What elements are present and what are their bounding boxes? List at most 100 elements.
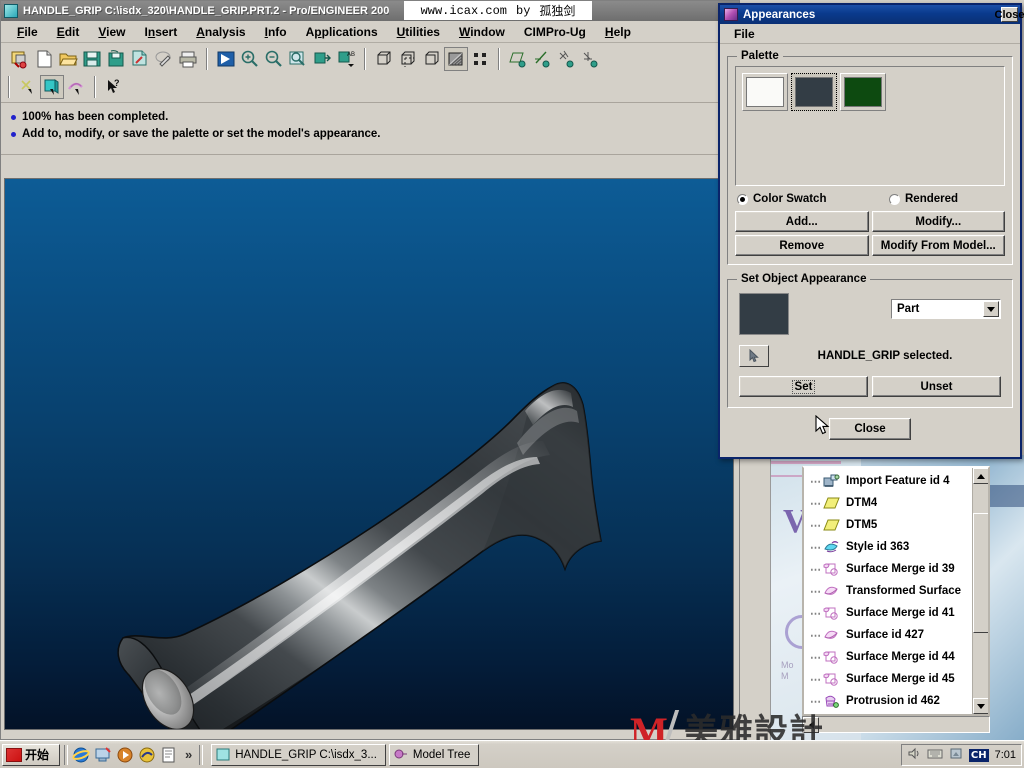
shading-icon[interactable]: [444, 47, 468, 71]
menu-file[interactable]: File: [9, 23, 46, 41]
list-item[interactable]: ⋯ Surface Merge id 41: [804, 602, 972, 624]
list-item[interactable]: ⋯ DTM5: [804, 514, 972, 536]
color-appearance-icon[interactable]: [40, 75, 64, 99]
list-item[interactable]: ⋯ DTM4: [804, 492, 972, 514]
chevron-down-icon[interactable]: [983, 301, 999, 317]
datum-plane-icon[interactable]: [506, 47, 530, 71]
list-item[interactable]: ⋯ Transformed Surface: [804, 580, 972, 602]
list-item[interactable]: ⋯ Surface id 427: [804, 624, 972, 646]
unset-button[interactable]: Unset: [872, 376, 1001, 397]
print-icon[interactable]: [176, 47, 200, 71]
swatch-dark-slate[interactable]: [791, 73, 837, 111]
notepad-icon[interactable]: [160, 746, 178, 764]
start-button[interactable]: 开始: [2, 743, 60, 766]
saved-view-list-icon[interactable]: AB: [334, 47, 358, 71]
main-window-title: HANDLE_GRIP C:\isdx_320\HANDLE_GRIP.PRT.…: [23, 5, 390, 17]
refit-icon[interactable]: [286, 47, 310, 71]
style-surface-icon[interactable]: [64, 75, 88, 99]
appearances-menu-file[interactable]: File: [728, 26, 761, 42]
clock[interactable]: 7:01: [995, 749, 1016, 761]
handle-grip-model[interactable]: [5, 179, 733, 729]
media-player-icon[interactable]: [116, 746, 134, 764]
wireframe-icon[interactable]: [372, 47, 396, 71]
new-file-icon[interactable]: [32, 47, 56, 71]
show-desktop-icon[interactable]: [94, 746, 112, 764]
menu-info[interactable]: Info: [257, 23, 295, 41]
context-help-icon[interactable]: ?: [102, 75, 126, 99]
scroll-left-icon[interactable]: [803, 716, 819, 733]
new-part-icon[interactable]: [8, 47, 32, 71]
list-item[interactable]: ⋯ Surface Merge id 44: [804, 646, 972, 668]
print-preview-icon[interactable]: [128, 47, 152, 71]
modify-button[interactable]: Modify...: [871, 211, 1005, 232]
menu-applications[interactable]: Applications: [298, 23, 386, 41]
modify-from-model-button[interactable]: Modify From Model...: [871, 235, 1005, 256]
scope-select[interactable]: Part: [891, 299, 1001, 319]
list-item[interactable]: ⋯ Surface Merge id 45: [804, 668, 972, 690]
list-item[interactable]: ⋯ Style id 363: [804, 536, 972, 558]
volume-icon[interactable]: [907, 747, 921, 763]
menu-edit[interactable]: Edit: [49, 23, 88, 41]
menu-cimpro-ug[interactable]: CIMPro-Ug: [516, 23, 594, 41]
swatch-dark-green[interactable]: [840, 73, 886, 111]
radio-indicator: [889, 193, 900, 205]
main-titlebar[interactable]: HANDLE_GRIP C:\isdx_320\HANDLE_GRIP.PRT.…: [1, 1, 739, 21]
model-tree-horizontal-scrollbar[interactable]: [802, 716, 990, 733]
close-button[interactable]: Close: [829, 418, 911, 440]
proe-tray-icon[interactable]: [949, 747, 963, 763]
no-hidden-icon[interactable]: [420, 47, 444, 71]
zoom-out-icon[interactable]: [262, 47, 286, 71]
datum-axis-icon[interactable]: [530, 47, 554, 71]
select-object-button[interactable]: [739, 345, 769, 367]
repaint-icon[interactable]: [214, 47, 238, 71]
list-item[interactable]: ⋯ Surface Merge id 39: [804, 558, 972, 580]
erase-icon[interactable]: [152, 47, 176, 71]
scroll-up-icon[interactable]: [973, 468, 988, 484]
bullet-icon: [11, 115, 16, 120]
scroll-down-icon[interactable]: [973, 698, 988, 714]
radio-rendered[interactable]: Rendered: [889, 193, 958, 205]
toolbar-group-appearance: [13, 75, 91, 99]
hidden-line-icon[interactable]: [396, 47, 420, 71]
save-icon[interactable]: [80, 47, 104, 71]
display-settings-icon[interactable]: [468, 47, 492, 71]
task-button-model-tree[interactable]: Model Tree: [388, 743, 480, 766]
graphics-viewport[interactable]: [4, 178, 734, 730]
list-item-label: Transformed Surface: [846, 585, 962, 597]
keyboard-icon[interactable]: [927, 748, 943, 763]
save-a-copy-icon[interactable]: [104, 47, 128, 71]
appearances-dialog[interactable]: Appearances Close File Palette Color Swa…: [718, 3, 1024, 459]
menu-view[interactable]: View: [90, 23, 133, 41]
ime-indicator[interactable]: CH: [968, 748, 989, 762]
radio-color-swatch[interactable]: Color Swatch: [737, 193, 889, 205]
model-tree-list[interactable]: ⋯ Import Feature id 4 ⋯ DTM4 ⋯ DTM5 ⋯ St…: [804, 470, 972, 712]
quick-launch-more-button[interactable]: »: [182, 747, 195, 762]
model-tree-window[interactable]: ⋯ Import Feature id 4 ⋯ DTM4 ⋯ DTM5 ⋯ St…: [802, 466, 990, 716]
spin-center-icon[interactable]: [16, 75, 40, 99]
internet-explorer-icon[interactable]: [72, 746, 90, 764]
netscape-icon[interactable]: [138, 746, 156, 764]
list-item[interactable]: ⋯ Protrusion id 462: [804, 690, 972, 712]
remove-button[interactable]: Remove: [735, 235, 869, 256]
menu-window[interactable]: Window: [451, 23, 513, 41]
reorient-icon[interactable]: [310, 47, 334, 71]
list-item[interactable]: ⋯ Import Feature id 4: [804, 470, 972, 492]
menu-insert[interactable]: Insert: [137, 23, 186, 41]
menu-analysis[interactable]: Analysis: [188, 23, 253, 41]
zoom-in-icon[interactable]: [238, 47, 262, 71]
swatch-white[interactable]: [742, 73, 788, 111]
task-button-handle-grip[interactable]: HANDLE_GRIP C:\isdx_3...: [211, 743, 386, 766]
menu-help[interactable]: Help: [597, 23, 639, 41]
open-folder-icon[interactable]: [56, 47, 80, 71]
model-tree-vertical-scrollbar[interactable]: [972, 468, 988, 714]
scrollbar-thumb[interactable]: [973, 513, 988, 633]
coordinate-system-icon[interactable]: [578, 47, 602, 71]
palette-swatch-list[interactable]: [735, 66, 1005, 186]
datum-point-icon[interactable]: [554, 47, 578, 71]
add-button[interactable]: Add...: [735, 211, 869, 232]
list-item-label: Surface Merge id 41: [846, 607, 955, 619]
menu-utilities[interactable]: Utilities: [389, 23, 448, 41]
close-icon[interactable]: Close: [995, 7, 1024, 22]
set-button[interactable]: Set: [739, 376, 868, 397]
appearances-titlebar[interactable]: Appearances Close: [720, 5, 1024, 24]
